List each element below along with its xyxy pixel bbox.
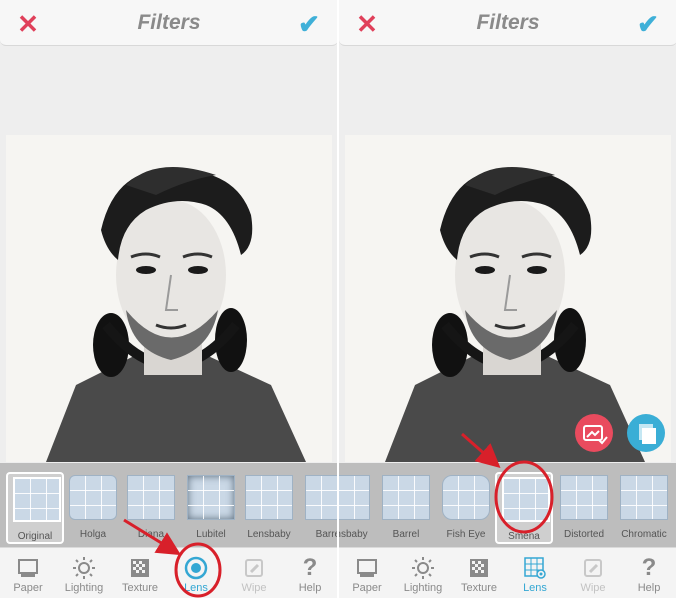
- tab-label: Texture: [121, 582, 159, 594]
- tab-label: Paper: [352, 582, 382, 594]
- tab-label: Help: [298, 582, 322, 594]
- compare-icon: [583, 425, 608, 445]
- copy-icon: [639, 424, 656, 444]
- lens-thumbnail: [382, 475, 430, 520]
- checkmark-icon[interactable]: ✔: [294, 9, 324, 39]
- paper-icon: [357, 559, 377, 577]
- lens-option-lensbaby[interactable]: Lensbaby: [240, 472, 298, 544]
- lens-thumbnail: [69, 475, 117, 520]
- wipe-icon: [584, 559, 602, 577]
- tab-help[interactable]: ? Help: [621, 548, 676, 598]
- lens-thumbnail: [13, 477, 61, 522]
- lens-grid-icon: [524, 557, 546, 579]
- lens-strip[interactable]: Original Holga Diana Lubitel Lensbaby Ba…: [0, 463, 337, 547]
- lens-option-chromatic[interactable]: Chromatic: [615, 472, 673, 544]
- top-bar: ✕ Filters ✔: [339, 0, 676, 46]
- tab-paper[interactable]: Paper: [339, 548, 395, 598]
- lens-option-barrel[interactable]: Barrel: [377, 472, 435, 544]
- paper-icon: [18, 559, 38, 577]
- lens-thumbnail: [339, 475, 370, 520]
- page-title: Filters: [137, 11, 201, 34]
- lens-thumbnail: [245, 475, 293, 520]
- texture-icon: [470, 559, 488, 577]
- tab-label: Lens: [523, 582, 547, 594]
- tab-label: Help: [637, 582, 661, 594]
- help-icon: ?: [302, 554, 318, 581]
- help-icon: ?: [641, 554, 657, 581]
- tab-lens[interactable]: Lens: [168, 548, 224, 598]
- lens-label: Chromatic: [621, 529, 667, 540]
- photo-preview: [6, 135, 332, 462]
- lens-thumbnail: [442, 475, 490, 520]
- tab-label: Paper: [13, 582, 43, 594]
- lens-thumbnail: [620, 475, 668, 520]
- tab-texture[interactable]: Texture: [112, 548, 168, 598]
- lens-thumbnail: [187, 475, 235, 520]
- photo-preview: [345, 135, 671, 462]
- page-title: Filters: [476, 11, 540, 34]
- tab-help[interactable]: ? Help: [282, 548, 337, 598]
- portrait-image: [6, 135, 332, 462]
- checkmark-icon[interactable]: ✔: [633, 9, 663, 39]
- lens-option-diana[interactable]: Diana: [122, 472, 180, 544]
- lens-option-fish-eye[interactable]: Fish Eye: [437, 472, 495, 544]
- screenshot-comparison: ✕ Filters ✔ Original Holga Diana Lubitel…: [0, 0, 676, 598]
- tab-label: Wipe: [241, 582, 267, 594]
- lens-thumbnail: [127, 475, 175, 520]
- lens-thumbnail: [502, 477, 550, 522]
- tab-lighting[interactable]: Lighting: [395, 548, 451, 598]
- lens-thumbnail: [560, 475, 608, 520]
- tab-label: Lighting: [64, 582, 104, 594]
- lens-option-barrel[interactable]: Barrel: [300, 472, 337, 544]
- compare-button[interactable]: [575, 414, 613, 452]
- left-screen: ✕ Filters ✔ Original Holga Diana Lubitel…: [0, 0, 337, 598]
- lens-option-smena[interactable]: Smena: [495, 472, 553, 544]
- lens-strip[interactable]: Lensbaby Barrel Fish Eye: [339, 463, 676, 547]
- portrait-image: [345, 135, 671, 462]
- tab-lens[interactable]: Lens: [507, 548, 563, 598]
- tab-label: Wipe: [580, 582, 606, 594]
- bottom-tab-bar: Paper Lighting Texture Lens Wipe ? Help: [339, 547, 676, 598]
- lens-label: Barrel: [315, 529, 337, 540]
- wipe-icon: [245, 559, 263, 577]
- lens-thumbnail: [305, 475, 337, 520]
- bottom-tab-bar: Paper Lighting Texture Lens Wipe ? Help: [0, 547, 337, 598]
- tab-label: Lighting: [403, 582, 443, 594]
- tab-lighting[interactable]: Lighting: [56, 548, 112, 598]
- lens-icon: [184, 556, 208, 580]
- sun-icon: [73, 557, 95, 579]
- tab-wipe[interactable]: Wipe: [226, 548, 282, 598]
- tab-texture[interactable]: Texture: [451, 548, 507, 598]
- tab-label: Texture: [460, 582, 498, 594]
- copy-button[interactable]: [627, 414, 665, 452]
- tab-wipe[interactable]: Wipe: [565, 548, 621, 598]
- sun-icon: [412, 557, 434, 579]
- tab-label: Lens: [184, 582, 208, 594]
- top-bar: ✕ Filters ✔: [0, 0, 337, 46]
- tab-paper[interactable]: Paper: [0, 548, 56, 598]
- right-screen: ✕ Filters ✔ sbaby Barrel Fish Eye Smena …: [339, 0, 676, 598]
- lens-option-distorted[interactable]: Distorted: [555, 472, 613, 544]
- texture-icon: [131, 559, 149, 577]
